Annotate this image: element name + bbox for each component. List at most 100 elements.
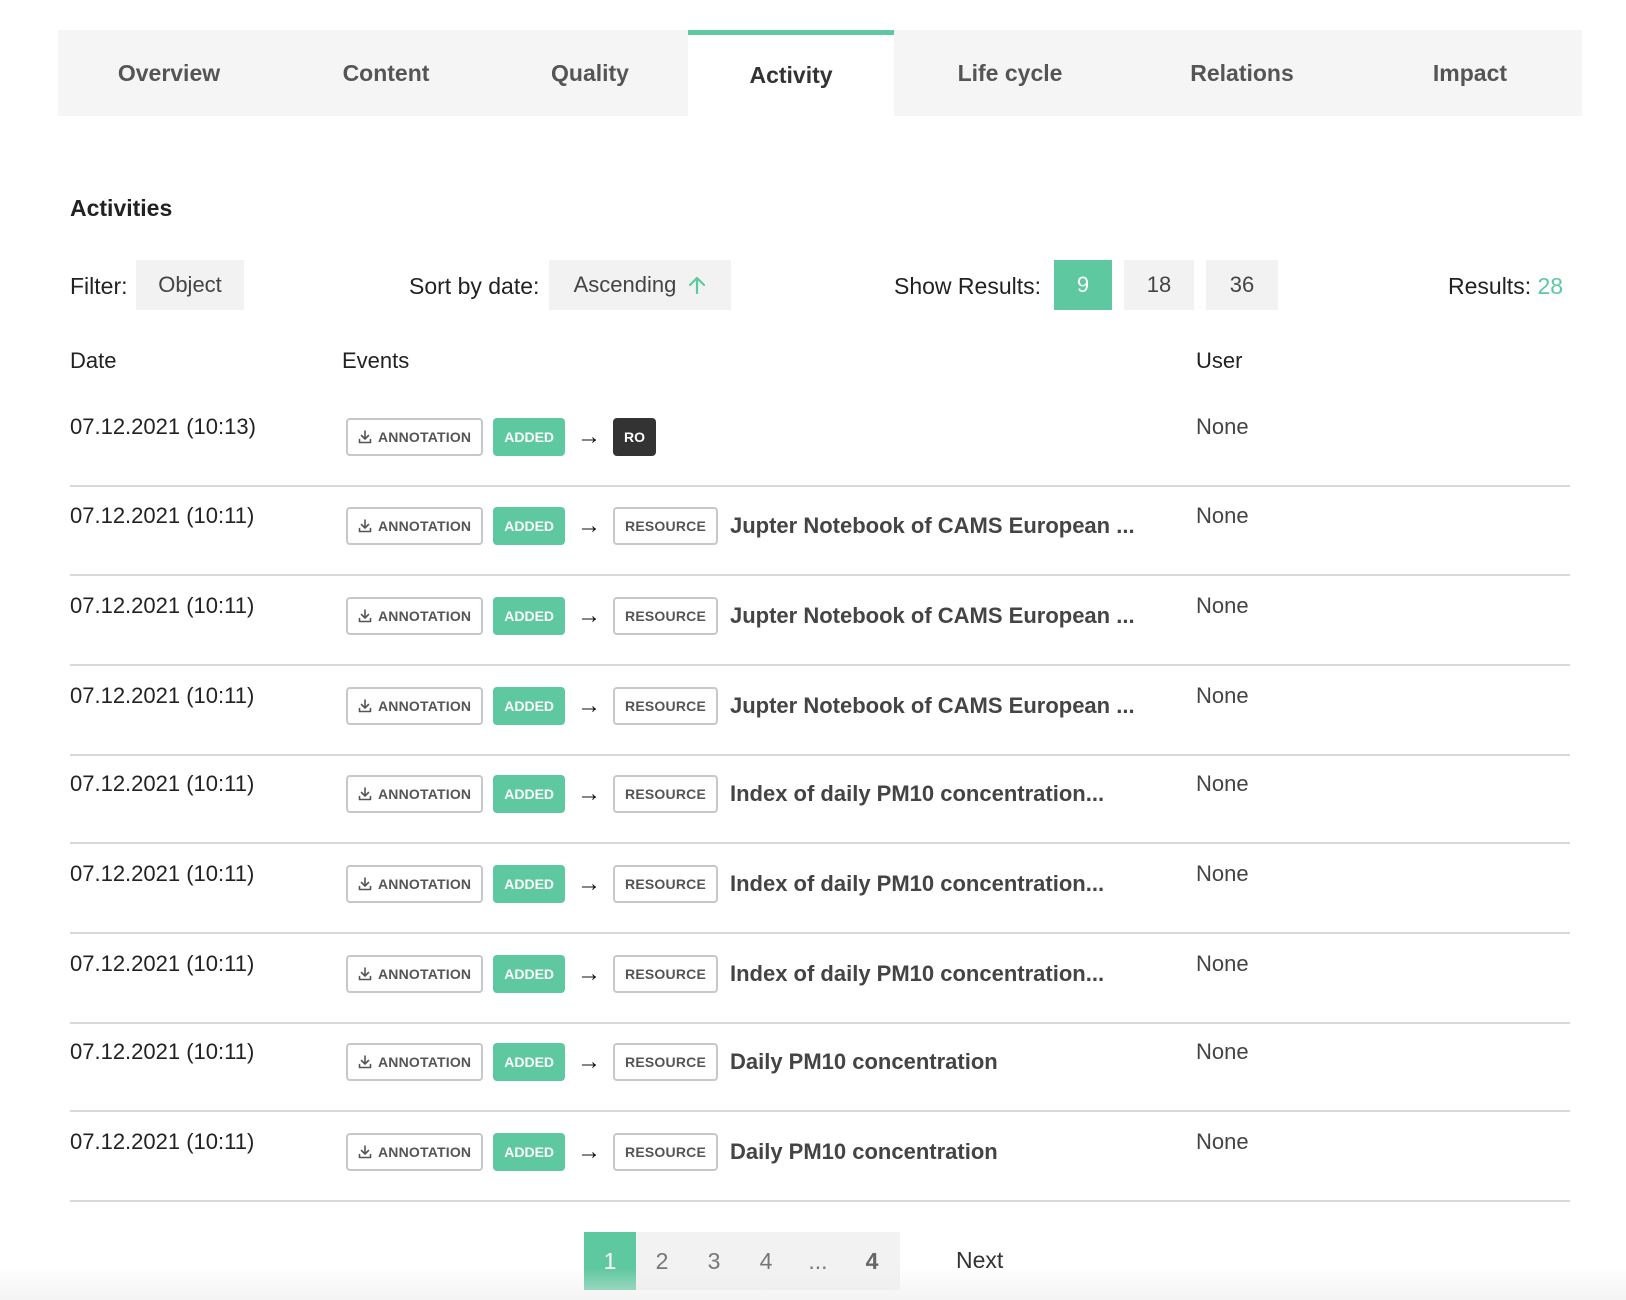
- page-3[interactable]: 3: [688, 1232, 740, 1290]
- tab-impact[interactable]: Impact: [1358, 30, 1582, 116]
- target-type-badge[interactable]: RESOURCE: [613, 1043, 718, 1081]
- row-events: ANNOTATION ADDED → RESOURCE Jupter Notebook …: [346, 597, 1135, 635]
- subject-label: ANNOTATION: [378, 966, 472, 982]
- subject-label: ANNOTATION: [378, 518, 472, 534]
- resource-name-link[interactable]: Index of daily PM10 concentration...: [730, 871, 1104, 897]
- table-row: 07.12.2021 (10:13) ANNOTATION ADDED → RO None: [70, 398, 1570, 487]
- row-date: 07.12.2021 (10:11): [70, 771, 255, 796]
- annotation-tag[interactable]: ANNOTATION: [346, 1133, 484, 1171]
- page-4[interactable]: 4: [740, 1232, 792, 1290]
- page-ellipsis: ...: [808, 1247, 828, 1274]
- annotation-tag[interactable]: ANNOTATION: [346, 507, 484, 545]
- resource-name-link[interactable]: Index of daily PM10 concentration...: [730, 961, 1104, 987]
- table-row: 07.12.2021 (10:11) ANNOTATION ADDED → RESOUR…: [70, 487, 1570, 576]
- resource-name-link[interactable]: Index of daily PM10 concentration...: [730, 781, 1104, 807]
- arrow-right-icon: →: [577, 1048, 602, 1075]
- target-type-badge[interactable]: RO: [613, 418, 657, 456]
- annotation-tag[interactable]: ANNOTATION: [346, 597, 484, 635]
- target-type-badge[interactable]: RESOURCE: [613, 597, 718, 635]
- row-events: ANNOTATION ADDED → RESOURCE Index of daily P…: [346, 865, 1104, 903]
- target-type-badge[interactable]: RESOURCE: [613, 1133, 718, 1171]
- tab-life-cycle[interactable]: Life cycle: [894, 30, 1126, 116]
- filter-value: Object: [158, 272, 222, 297]
- download-icon: [358, 430, 378, 444]
- target-type-badge[interactable]: RESOURCE: [613, 507, 718, 545]
- download-icon: [358, 877, 378, 891]
- table-row: 07.12.2021 (10:11) ANNOTATION ADDED → RESOUR…: [70, 577, 1570, 666]
- download-icon: [358, 699, 378, 713]
- table-row: 07.12.2021 (10:11) ANNOTATION ADDED → RESOUR…: [70, 755, 1570, 844]
- annotation-tag[interactable]: ANNOTATION: [346, 775, 484, 813]
- show-results-36[interactable]: 36: [1206, 260, 1278, 310]
- target-type-badge[interactable]: RESOURCE: [613, 687, 718, 725]
- tab-bar: Overview Content Quality Activity Life c…: [58, 30, 1582, 116]
- show-results-18[interactable]: 18: [1124, 260, 1194, 310]
- target-type-badge[interactable]: RESOURCE: [613, 865, 718, 903]
- action-badge: ADDED: [493, 1043, 566, 1081]
- subject-label: ANNOTATION: [378, 876, 472, 892]
- subject-label: ANNOTATION: [378, 698, 472, 714]
- row-user: None: [1196, 1129, 1249, 1154]
- resource-name-link[interactable]: Jupter Notebook of CAMS European ...: [730, 513, 1135, 539]
- action-badge: ADDED: [493, 507, 566, 545]
- download-icon: [358, 967, 378, 981]
- pagination: 1 2 3 4 ... 4: [584, 1232, 900, 1290]
- annotation-tag[interactable]: ANNOTATION: [346, 865, 484, 903]
- action-badge: ADDED: [493, 418, 566, 456]
- tab-quality[interactable]: Quality: [492, 30, 688, 116]
- arrow-right-icon: →: [577, 960, 602, 987]
- section-title: Activities: [70, 195, 173, 221]
- annotation-tag[interactable]: ANNOTATION: [346, 687, 484, 725]
- resource-name-link[interactable]: Daily PM10 concentration: [730, 1139, 998, 1165]
- annotation-tag[interactable]: ANNOTATION: [346, 418, 484, 456]
- sort-toggle[interactable]: Ascending: [549, 260, 731, 310]
- row-date: 07.12.2021 (10:11): [70, 593, 255, 618]
- annotation-tag[interactable]: ANNOTATION: [346, 955, 484, 993]
- action-badge: ADDED: [493, 775, 566, 813]
- row-events: ANNOTATION ADDED → RESOURCE Daily PM10 conce…: [346, 1133, 998, 1171]
- show-results-9[interactable]: 9: [1054, 260, 1112, 310]
- column-header-user: User: [1196, 348, 1243, 373]
- subject-label: ANNOTATION: [378, 786, 472, 802]
- row-user: None: [1196, 593, 1249, 618]
- arrow-right-icon: →: [577, 1138, 602, 1165]
- arrow-up-icon: [688, 275, 706, 295]
- row-user: None: [1196, 503, 1249, 528]
- row-date: 07.12.2021 (10:11): [70, 861, 255, 886]
- page-last[interactable]: 4: [844, 1232, 900, 1290]
- tab-relations[interactable]: Relations: [1126, 30, 1358, 116]
- column-header-date: Date: [70, 348, 117, 373]
- row-events: ANNOTATION ADDED → RESOURCE Index of daily P…: [346, 775, 1104, 813]
- target-type-badge[interactable]: RESOURCE: [613, 775, 718, 813]
- table-row: 07.12.2021 (10:11) ANNOTATION ADDED → RESOUR…: [70, 667, 1570, 756]
- download-icon: [358, 1145, 378, 1159]
- results-count: 28: [1537, 273, 1564, 299]
- tab-activity[interactable]: Activity: [688, 30, 894, 116]
- tab-content[interactable]: Content: [280, 30, 492, 116]
- filter-select[interactable]: Object: [136, 260, 244, 310]
- annotation-tag[interactable]: ANNOTATION: [346, 1043, 484, 1081]
- row-date: 07.12.2021 (10:11): [70, 951, 255, 976]
- row-date: 07.12.2021 (10:11): [70, 1039, 255, 1064]
- row-user: None: [1196, 683, 1249, 708]
- resource-name-link[interactable]: Jupter Notebook of CAMS European ...: [730, 693, 1135, 719]
- resource-name-link[interactable]: Daily PM10 concentration: [730, 1049, 998, 1075]
- arrow-right-icon: →: [577, 692, 602, 719]
- arrow-right-icon: →: [577, 870, 602, 897]
- row-date: 07.12.2021 (10:11): [70, 683, 255, 708]
- next-page-button[interactable]: Next: [956, 1247, 1003, 1274]
- download-icon: [358, 1055, 378, 1069]
- row-date: 07.12.2021 (10:11): [70, 503, 255, 528]
- page-2[interactable]: 2: [636, 1232, 688, 1290]
- target-type-badge[interactable]: RESOURCE: [613, 955, 718, 993]
- resource-name-link[interactable]: Jupter Notebook of CAMS European ...: [730, 603, 1135, 629]
- row-date: 07.12.2021 (10:13): [70, 414, 256, 439]
- subject-label: ANNOTATION: [378, 1054, 472, 1070]
- arrow-right-icon: →: [577, 602, 602, 629]
- table-row: 07.12.2021 (10:11) ANNOTATION ADDED → RESOUR…: [70, 845, 1570, 934]
- page-1[interactable]: 1: [584, 1232, 636, 1290]
- tab-overview[interactable]: Overview: [58, 30, 280, 116]
- arrow-right-icon: →: [577, 423, 602, 450]
- table-row: 07.12.2021 (10:11) ANNOTATION ADDED → RESOUR…: [70, 1023, 1570, 1112]
- download-icon: [358, 609, 378, 623]
